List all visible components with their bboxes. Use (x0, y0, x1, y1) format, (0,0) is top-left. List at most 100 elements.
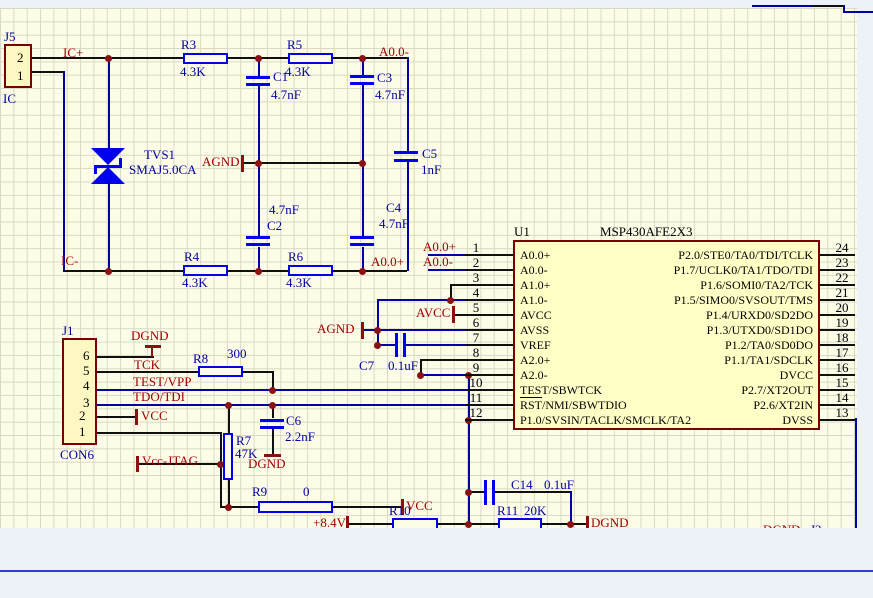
net-label[interactable]: A0.0- (423, 255, 453, 268)
net-label[interactable]: DGND (131, 329, 169, 342)
capacitor-plate[interactable] (246, 243, 270, 246)
wire[interactable] (812, 5, 843, 7)
designator-label[interactable]: R6 (288, 250, 303, 263)
designator-label[interactable]: 20K (524, 504, 546, 517)
designator-label[interactable]: R4 (184, 250, 199, 263)
schematic-canvas[interactable]: U1 MSP430AFE2X3 J5 IC 2 1 IC+ IC- R3 4.3K R5 4.3K… (0, 8, 857, 528)
resistor-R5[interactable] (288, 53, 333, 64)
power-port-icon[interactable] (145, 345, 161, 348)
capacitor-plate[interactable] (484, 480, 487, 505)
capacitor-plate[interactable] (246, 76, 270, 79)
net-label[interactable]: AVCC (416, 306, 450, 319)
wire[interactable] (63, 270, 183, 272)
capacitor-plate[interactable] (246, 83, 270, 86)
resistor-R3[interactable] (183, 53, 228, 64)
designator-label[interactable]: CON6 (60, 448, 94, 461)
resistor-R9[interactable] (258, 501, 333, 513)
net-label[interactable]: TCK (134, 358, 160, 371)
designator-label[interactable]: J2 (810, 523, 822, 528)
designator-label[interactable]: 4.3K (182, 276, 208, 289)
text-label[interactable]: 1 (17, 69, 24, 82)
designator-label[interactable]: C4 (386, 201, 401, 214)
text-label[interactable]: 2 (79, 409, 86, 422)
net-label[interactable]: TDO/TDI (133, 390, 185, 403)
capacitor-plate[interactable] (94, 167, 97, 174)
designator-label[interactable]: R3 (181, 38, 196, 51)
power-port-icon[interactable] (361, 322, 364, 339)
capacitor-plate[interactable] (350, 82, 374, 85)
designator-label[interactable]: SMAJ5.0CA (129, 163, 197, 176)
net-label[interactable]: AGND (202, 155, 240, 168)
net-label[interactable]: A0.0- (379, 45, 409, 58)
wire[interactable] (63, 71, 65, 270)
designator-label[interactable]: C2 (267, 219, 282, 232)
wire[interactable] (108, 57, 110, 148)
net-label[interactable]: IC- (61, 254, 78, 267)
wire[interactable] (843, 11, 873, 13)
wire[interactable] (97, 404, 513, 406)
net-label[interactable]: AGND (317, 322, 355, 335)
designator-label[interactable]: 4.7nF (375, 88, 405, 101)
text-label[interactable]: 1 (79, 425, 86, 438)
text-label[interactable]: 6 (83, 349, 90, 362)
capacitor-plate[interactable] (94, 165, 122, 168)
wire[interactable] (272, 428, 274, 454)
capacitor-plate[interactable] (119, 158, 122, 166)
capacitor-plate[interactable] (350, 236, 374, 239)
wire[interactable] (97, 416, 136, 418)
designator-label[interactable]: 0.1uF (544, 478, 574, 491)
designator-label[interactable]: R5 (287, 38, 302, 51)
power-port-icon[interactable] (452, 306, 455, 323)
net-label[interactable]: DGND (591, 516, 629, 528)
capacitor-plate[interactable] (350, 75, 374, 78)
power-port-icon[interactable] (136, 456, 139, 472)
wire[interactable] (32, 71, 65, 73)
designator-label[interactable]: 4.3K (180, 65, 206, 78)
text-label[interactable]: 4 (83, 379, 90, 392)
wire[interactable] (407, 57, 409, 151)
designator-label[interactable]: R10 (389, 504, 411, 517)
wire[interactable] (377, 299, 379, 345)
designator-label[interactable]: R8 (193, 352, 208, 365)
resistor-R11[interactable] (498, 518, 542, 528)
wire[interactable] (752, 5, 812, 7)
designator-label[interactable]: C14 (511, 478, 533, 491)
designator-label[interactable]: 0.1uF (388, 359, 418, 372)
wire[interactable] (570, 491, 572, 524)
designator-label[interactable]: 1nF (421, 163, 441, 176)
capacitor-plate[interactable] (492, 480, 495, 505)
designator-label[interactable]: C6 (286, 414, 301, 427)
power-port-icon[interactable] (135, 409, 138, 425)
capacitor-plate[interactable] (394, 151, 418, 154)
chip-part-number[interactable]: MSP430AFE2X3 (600, 225, 692, 238)
designator-label[interactable]: 2.2nF (285, 430, 315, 443)
power-port-icon[interactable] (241, 155, 244, 172)
designator-label[interactable]: IC (3, 92, 16, 105)
net-label[interactable]: Vcc-JTAG (142, 454, 198, 467)
designator-label[interactable]: C1 (273, 70, 288, 83)
power-port-icon[interactable] (151, 346, 153, 357)
resistor-R7[interactable] (223, 433, 233, 480)
net-label[interactable]: DGND (763, 523, 801, 528)
capacitor-plate[interactable] (395, 333, 398, 357)
net-label[interactable]: IC+ (63, 46, 83, 59)
resistor-R10[interactable] (392, 518, 438, 528)
designator-label[interactable]: C5 (422, 147, 437, 160)
chip-designator[interactable]: U1 (514, 225, 530, 238)
designator-label[interactable]: 4.7nF (271, 88, 301, 101)
designator-label[interactable]: 300 (227, 347, 247, 360)
text-label[interactable]: 5 (83, 364, 90, 377)
net-label[interactable]: A0.0+ (371, 255, 404, 268)
wire[interactable] (220, 432, 222, 507)
net-label[interactable]: A0.0+ (423, 240, 456, 253)
designator-label[interactable]: 4.3K (285, 65, 311, 78)
wire[interactable] (244, 162, 364, 164)
net-label[interactable]: VCC (141, 409, 168, 422)
designator-label[interactable]: TVS1 (144, 148, 175, 161)
designator-label[interactable]: R11 (497, 504, 518, 517)
text-label[interactable]: 2 (17, 51, 24, 64)
designator-label[interactable]: J5 (4, 30, 16, 43)
capacitor-plate[interactable] (403, 333, 406, 357)
wire[interactable] (855, 418, 857, 528)
capacitor-plate[interactable] (246, 236, 270, 239)
